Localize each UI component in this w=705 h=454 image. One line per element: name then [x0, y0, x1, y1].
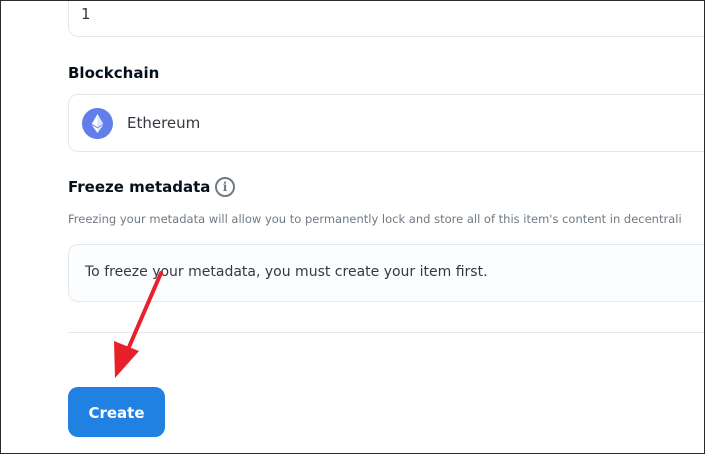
freeze-metadata-notice-box: To freeze your metadata, you must create…: [68, 244, 704, 302]
ethereum-icon: [82, 108, 113, 139]
freeze-metadata-description: Freezing your metadata will allow you to…: [68, 212, 682, 226]
supply-input[interactable]: 1: [68, 1, 704, 37]
screenshot-frame: 1 Blockchain Ethereum Freeze metadata i …: [0, 0, 705, 454]
info-icon[interactable]: i: [215, 177, 235, 197]
blockchain-select[interactable]: Ethereum: [68, 94, 704, 152]
divider: [68, 332, 704, 333]
blockchain-label: Blockchain: [68, 64, 160, 82]
blockchain-selected-value: Ethereum: [127, 114, 201, 132]
create-button[interactable]: Create: [68, 387, 165, 437]
supply-value: 1: [81, 5, 91, 23]
freeze-metadata-label: Freeze metadata: [68, 178, 211, 196]
freeze-metadata-notice: To freeze your metadata, you must create…: [85, 264, 488, 280]
